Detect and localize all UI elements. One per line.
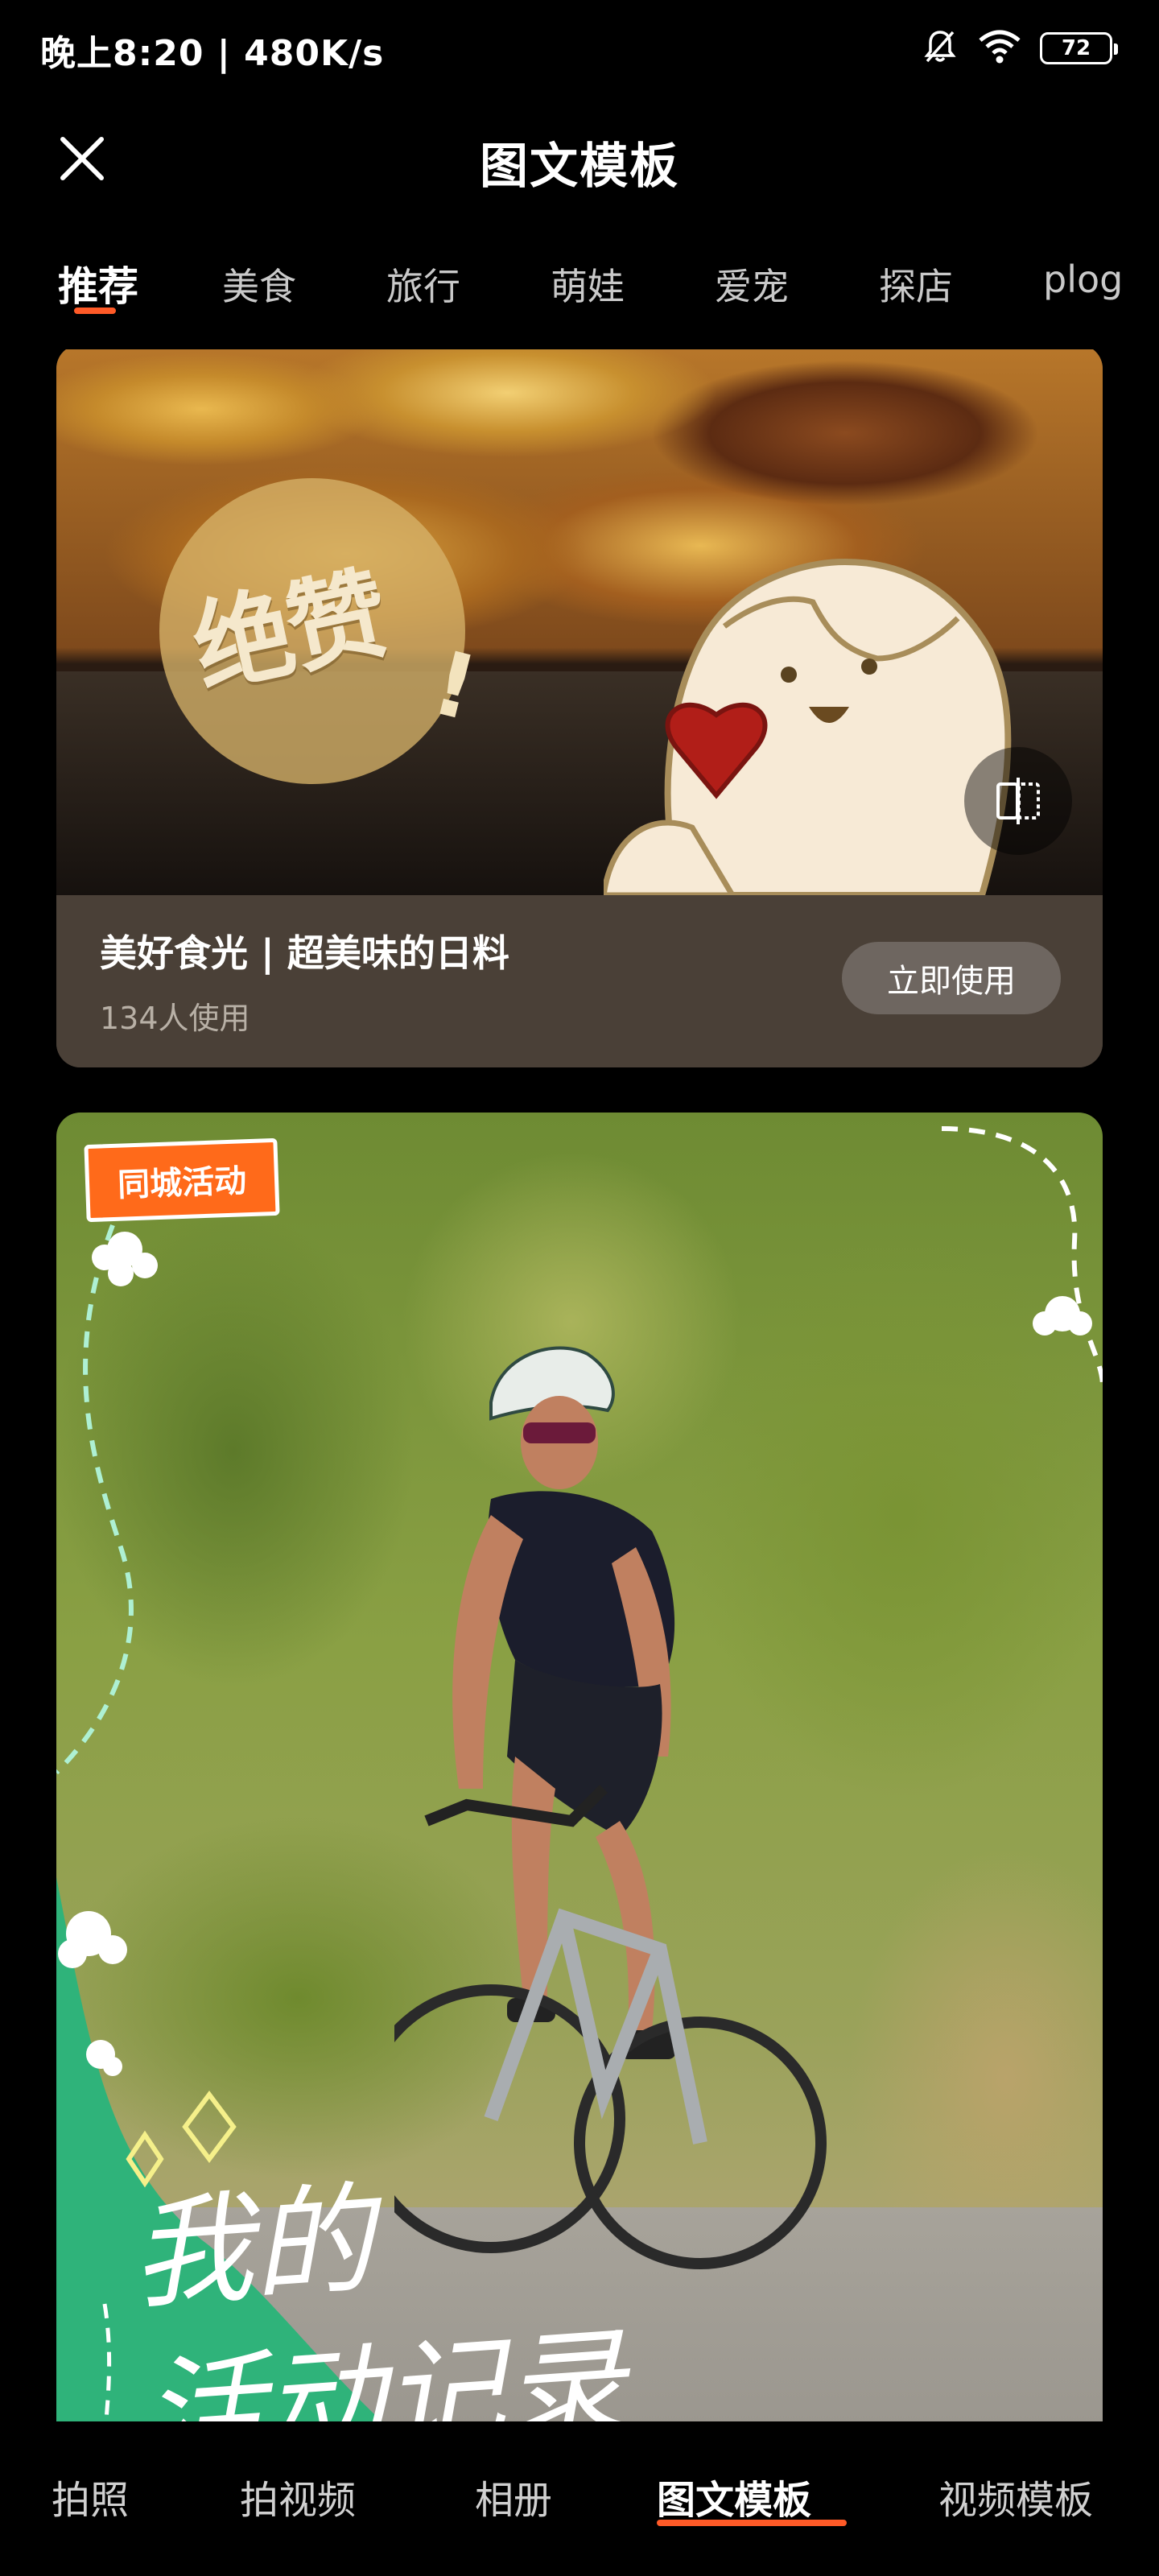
card-info: 美好食光 | 超美味的日料 134人使用 立即使用 [56, 895, 1103, 1067]
status-icons: 72 [921, 27, 1118, 69]
tab-store-visit[interactable]: 探店 [879, 258, 953, 311]
tab-pets[interactable]: 爱宠 [715, 258, 789, 311]
category-tabs: 推荐 美食 旅行 萌娃 爱宠 探店 plog [0, 242, 1159, 330]
compare-icon [996, 778, 1040, 824]
tab-food[interactable]: 美食 [222, 258, 296, 311]
card-title: 美好食光 | 超美味的日料 [100, 931, 509, 975]
nav-photo[interactable]: 拍照 [52, 2468, 129, 2524]
tab-travel[interactable]: 旅行 [386, 258, 460, 311]
nav-album[interactable]: 相册 [475, 2468, 552, 2524]
use-now-button[interactable]: 立即使用 [842, 942, 1061, 1014]
wifi-icon [977, 29, 1022, 68]
status-bar: 晚上8:20 | 480K/s 72 [0, 0, 1159, 100]
status-time-speed: 晚上8:20 | 480K/s [40, 33, 385, 74]
slogan-text: 我的 活动记录 [126, 2143, 630, 2421]
event-tag: 同城活动 [84, 1137, 280, 1223]
bottom-navigation: 拍照 拍视频 相册 图文模板 视频模板 [0, 2421, 1159, 2576]
tab-recommend[interactable]: 推荐 [58, 254, 138, 312]
nav-video-template[interactable]: 视频模板 [938, 2468, 1093, 2524]
battery-icon: 72 [1040, 32, 1118, 64]
compare-button[interactable] [964, 747, 1072, 855]
battery-level: 72 [1061, 36, 1091, 60]
tab-plog[interactable]: plog [1043, 258, 1123, 301]
nav-video[interactable]: 拍视频 [240, 2468, 356, 2524]
template-card-food[interactable]: 绝赞 ! 美好食光 | 超美味的日料 134人使用 立即使用 [56, 349, 1103, 1067]
card-usage-count: 134人使用 [100, 1001, 250, 1036]
tab-kids[interactable]: 萌娃 [551, 258, 625, 311]
tab-active-indicator [74, 308, 116, 314]
page-title: 图文模板 [480, 138, 679, 195]
nav-active-indicator [657, 2520, 847, 2526]
nav-image-template[interactable]: 图文模板 [657, 2468, 811, 2524]
template-feed[interactable]: 绝赞 ! 美好食光 | 超美味的日料 134人使用 立即使用 同城活动 我的 活… [56, 349, 1103, 2421]
bell-muted-icon [921, 27, 959, 69]
header: 图文模板 [0, 100, 1159, 217]
template-card-cycling[interactable]: 同城活动 我的 活动记录 [56, 1113, 1103, 2421]
